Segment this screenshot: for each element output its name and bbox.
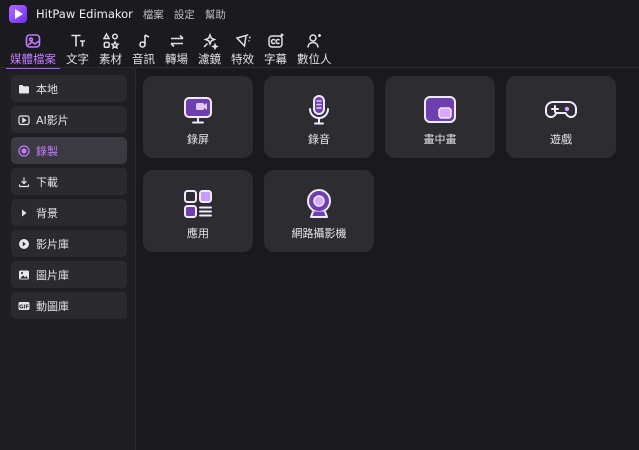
ai-video-icon [18, 114, 30, 126]
tab-transition-label: 轉場 [165, 52, 188, 66]
sidebar-item-local[interactable]: 本地 [11, 75, 127, 102]
subtitles-icon [267, 33, 283, 48]
menu-file[interactable]: 檔案 [143, 7, 164, 22]
download-icon [18, 176, 30, 188]
sidebar-item-label: 背景 [36, 206, 58, 220]
card-picture-in-picture[interactable]: 畫中畫 [385, 76, 495, 158]
record-icon [18, 144, 30, 157]
card-game[interactable]: 遊戲 [506, 76, 616, 158]
tab-digital-human[interactable]: 數位人 [297, 28, 332, 67]
sidebar-item-label: AI影片 [36, 113, 69, 127]
tab-digital-human-label: 數位人 [297, 52, 332, 66]
sidebar-item-label: 本地 [36, 82, 58, 96]
gamepad-icon [544, 93, 578, 127]
effects-icon [235, 33, 250, 48]
transition-icon [169, 34, 184, 48]
card-webcam[interactable]: 網路攝影機 [264, 170, 374, 252]
card-label: 網路攝影機 [291, 227, 347, 240]
play-triangle-icon [18, 207, 30, 219]
card-screen-record[interactable]: 錄屏 [143, 76, 253, 158]
tab-audio[interactable]: 音訊 [132, 28, 155, 67]
microphone-icon [302, 93, 336, 127]
tab-effects-label: 特效 [231, 52, 254, 66]
card-audio-record[interactable]: 錄音 [264, 76, 374, 158]
media-icon [25, 34, 41, 48]
menu-settings[interactable]: 設定 [174, 7, 195, 22]
sidebar-item-record[interactable]: 錄製 [11, 137, 127, 164]
sidebar-item-background[interactable]: 背景 [11, 199, 127, 226]
audio-icon [138, 34, 149, 48]
sidebar-item-image-library[interactable]: 圖片庫 [11, 261, 127, 288]
tab-filter[interactable]: 濾鏡 [198, 28, 221, 67]
picture-in-picture-icon [423, 93, 457, 127]
card-label: 錄屏 [187, 133, 209, 146]
tab-subtitles[interactable]: 字幕 [264, 28, 287, 67]
record-options-panel: 錄屏 錄音 畫中畫 遊戲 應用 網路攝影機 [137, 69, 639, 450]
sidebar-item-label: 下載 [36, 175, 58, 189]
card-label: 畫中畫 [423, 133, 457, 146]
digital-human-icon [307, 34, 322, 48]
tab-text-label: 文字 [66, 52, 89, 66]
sidebar-item-download[interactable]: 下載 [11, 168, 127, 195]
main-toolbar: 媒體檔案 文字 素材 音訊 轉場 濾鏡 特效 字幕 數位人 [0, 28, 639, 70]
tab-media-label: 媒體檔案 [10, 52, 56, 66]
app-title: HitPaw Edimakor [36, 7, 133, 21]
webcam-icon [302, 187, 336, 221]
title-bar: HitPaw Edimakor 檔案 設定 幫助 [0, 0, 639, 28]
tab-text[interactable]: 文字 [66, 28, 89, 67]
tab-subtitles-label: 字幕 [264, 52, 287, 66]
tab-audio-label: 音訊 [132, 52, 155, 66]
sidebar-item-label: 錄製 [36, 144, 58, 158]
sidebar-item-ai-video[interactable]: AI影片 [11, 106, 127, 133]
tab-media[interactable]: 媒體檔案 [6, 28, 60, 70]
folder-icon [18, 83, 30, 95]
sidebar-item-gif-library[interactable]: GIF 動圖庫 [11, 292, 127, 319]
card-label: 錄音 [308, 133, 330, 146]
sidebar: 本地 AI影片 錄製 下載 背景 影片庫 圖片庫 GIF 動圖庫 [0, 69, 136, 450]
apps-icon [181, 187, 215, 221]
menu-help[interactable]: 幫助 [205, 7, 226, 22]
video-library-icon [18, 238, 30, 250]
tab-transition[interactable]: 轉場 [165, 28, 188, 67]
card-label: 遊戲 [550, 133, 572, 146]
sidebar-item-label: 影片庫 [36, 237, 69, 251]
tab-filter-label: 濾鏡 [198, 52, 221, 66]
card-label: 應用 [187, 227, 209, 240]
sidebar-item-label: 動圖庫 [36, 299, 69, 313]
sidebar-item-label: 圖片庫 [36, 268, 69, 282]
gif-icon-text: GIF [19, 304, 29, 310]
card-application[interactable]: 應用 [143, 170, 253, 252]
filter-icon [202, 33, 219, 50]
app-logo-icon [9, 5, 27, 23]
text-icon [71, 34, 85, 47]
gif-icon: GIF [18, 300, 30, 312]
sidebar-item-video-library[interactable]: 影片庫 [11, 230, 127, 257]
tab-effects[interactable]: 特效 [231, 28, 254, 67]
tab-elements-label: 素材 [99, 52, 122, 66]
tab-elements[interactable]: 素材 [99, 28, 122, 67]
screen-record-icon [181, 93, 215, 127]
image-library-icon [18, 269, 30, 281]
elements-icon [102, 32, 120, 50]
